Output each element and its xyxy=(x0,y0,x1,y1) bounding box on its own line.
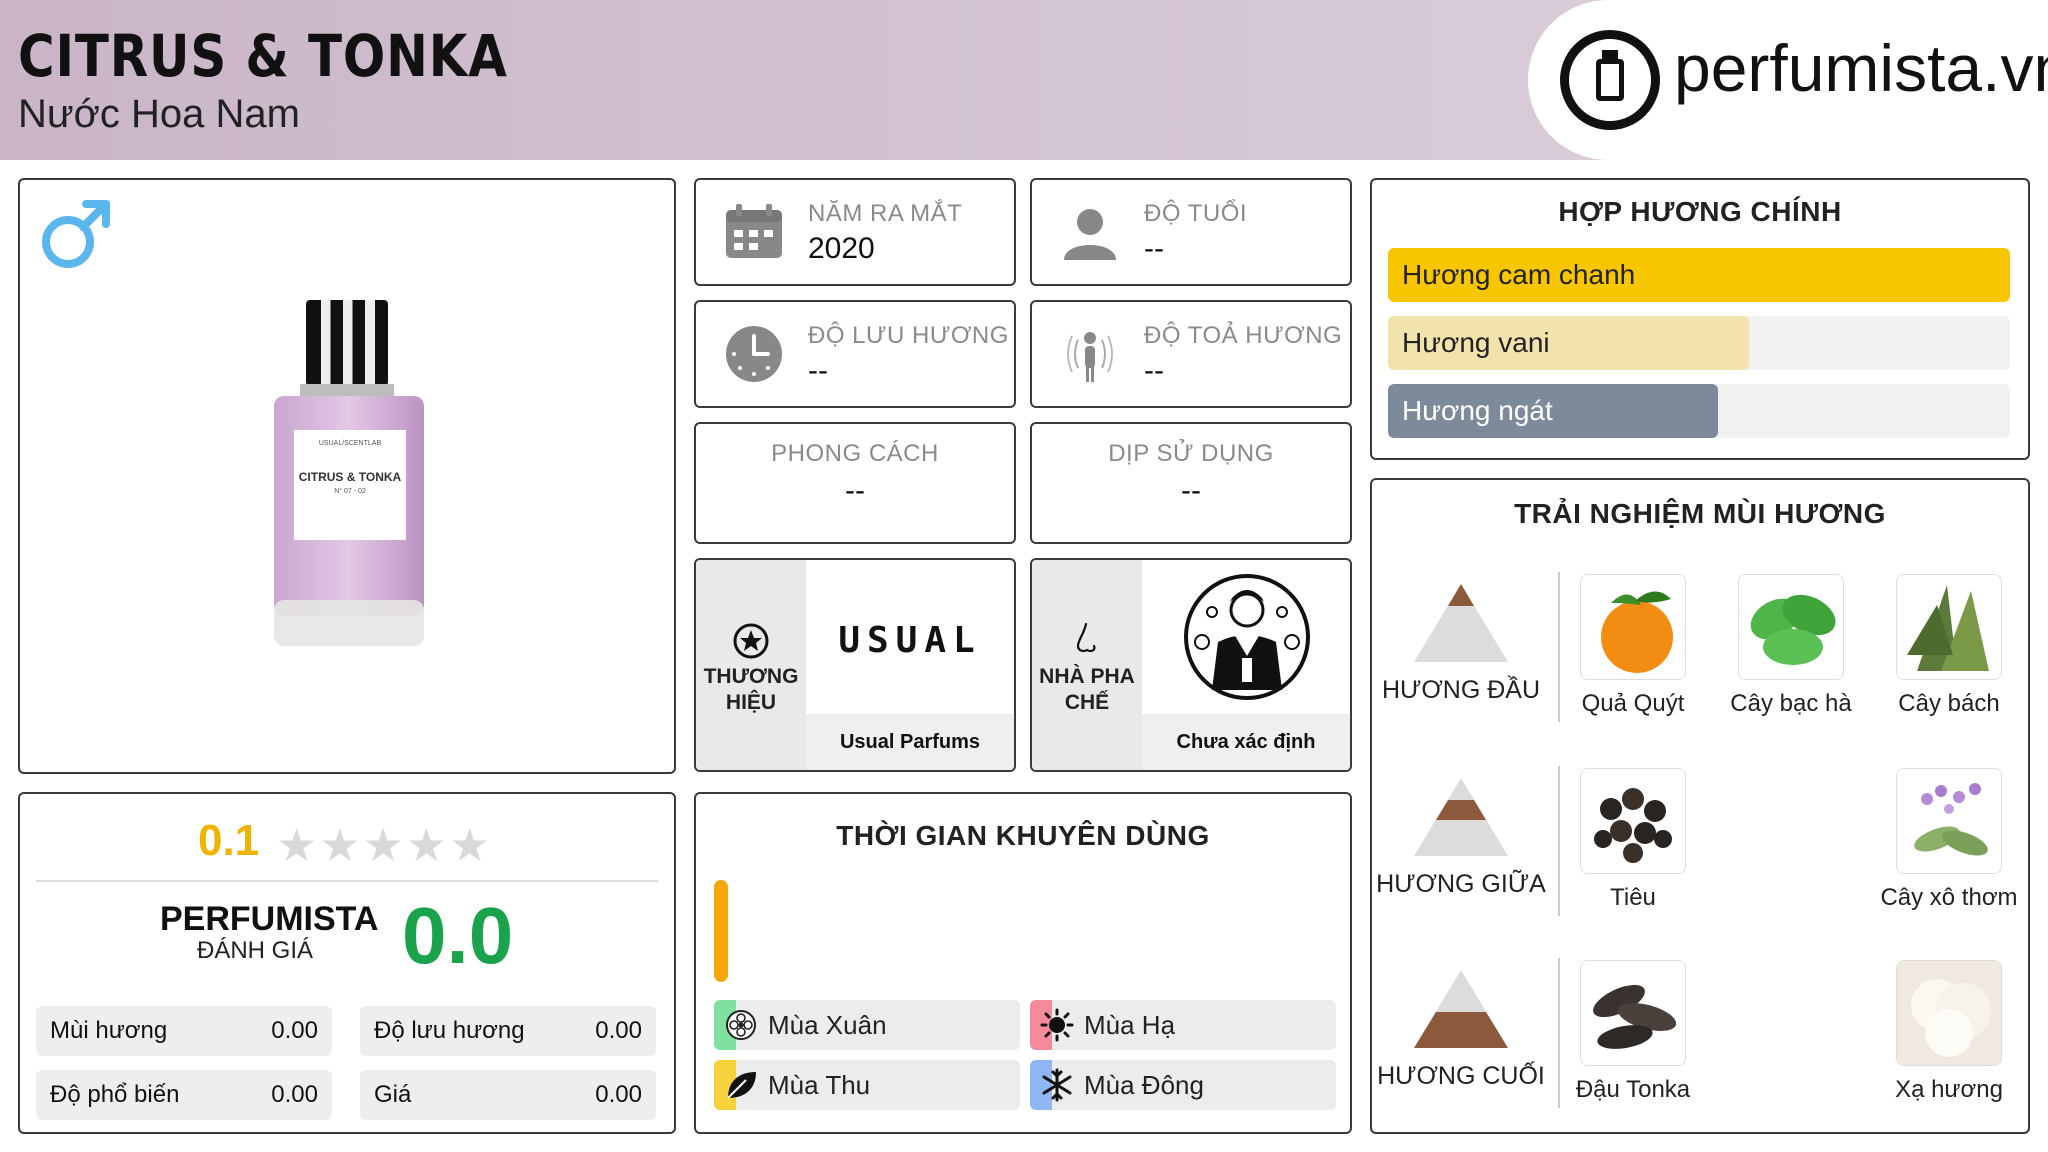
note-name: Cây bách xyxy=(1898,690,2000,717)
note-name: Đậu Tonka xyxy=(1575,1076,1691,1103)
seasons-title: THỜI GIAN KHUYÊN DÙNG xyxy=(836,820,1210,851)
note-name: Tiêu xyxy=(1610,884,1656,911)
accord-bar: Hương cam chanh xyxy=(1388,248,2010,302)
logo-bottle-icon xyxy=(1560,30,1660,130)
brand-logo: USUAL xyxy=(838,620,982,661)
perfumista-rating-label: PERFUMISTA ĐÁNH GIÁ xyxy=(160,900,379,964)
sun-icon xyxy=(1040,1008,1074,1042)
clock-icon xyxy=(726,326,782,382)
note-image-pepper xyxy=(1580,768,1686,874)
male-icon xyxy=(42,200,110,268)
logo-text: perfumista.vn xyxy=(1674,31,2048,105)
sillage-card: ĐỘ TOẢ HƯƠNG -- xyxy=(1030,300,1352,408)
accord-label: Hương ngát xyxy=(1402,395,1553,426)
season-winter: Mùa Đông xyxy=(1030,1060,1336,1110)
occasion-value: -- xyxy=(1181,474,1201,507)
nose-icon xyxy=(1076,622,1096,653)
metric-price: Giá 0.00 xyxy=(360,1070,656,1120)
release-year-label: NĂM RA MẮT xyxy=(808,200,963,227)
main-accords-card: HỢP HƯƠNG CHÍNH Hương cam chanh Hương van… xyxy=(1370,178,2030,460)
perfumer-card[interactable]: NHÀ PHA CHẾ Chưa xác định xyxy=(1030,558,1352,772)
user-icon xyxy=(1064,209,1116,260)
release-year-value: 2020 xyxy=(808,232,875,265)
note-image-mint xyxy=(1738,574,1844,680)
style-label: PHONG CÁCH xyxy=(771,440,939,467)
style-value: -- xyxy=(845,474,865,507)
sillage-label: ĐỘ TOẢ HƯƠNG xyxy=(1144,322,1343,349)
star-icon[interactable]: ★ xyxy=(276,819,317,871)
sillage-value: -- xyxy=(1144,354,1164,387)
sillage-person-icon xyxy=(1067,332,1113,382)
header: CITRUS & TONKA Nước Hoa Nam perfumista.v… xyxy=(0,0,2048,160)
age-card: ĐỘ TUỔI -- xyxy=(1030,178,1352,286)
brand-label: THƯƠNG HIỆU xyxy=(703,665,799,715)
accords-title: HỢP HƯƠNG CHÍNH xyxy=(1558,196,1842,227)
note-image-sage xyxy=(1896,768,2002,874)
age-value: -- xyxy=(1144,232,1164,265)
flower-icon xyxy=(726,1010,756,1040)
note-name: Cây xô thơm xyxy=(1880,884,2018,911)
metric-scent: Mùi hương 0.00 xyxy=(36,1006,332,1056)
time-indicator-bar xyxy=(714,880,728,982)
bottle-label-top: USUAL/SCENTLAB xyxy=(318,440,382,447)
product-card: USUAL/SCENTLAB CITRUS & TONKA N° 07 - 02 xyxy=(18,178,676,774)
note-image-musk xyxy=(1896,960,2002,1066)
style-card: PHONG CÁCH -- xyxy=(694,422,1016,544)
note-name: Cây bạc hà xyxy=(1730,690,1852,717)
star-icon[interactable]: ★ xyxy=(363,819,404,871)
brand-name: Usual Parfums xyxy=(806,714,1014,770)
page-subtitle: Nước Hoa Nam xyxy=(18,92,300,136)
star-rating[interactable]: ★★★★★ xyxy=(276,818,492,872)
season-autumn: Mùa Thu xyxy=(714,1060,1020,1110)
occasion-card: DỊP SỬ DỤNG -- xyxy=(1030,422,1352,544)
pyramid-top-icon xyxy=(1414,584,1508,662)
note-name: Quả Quýt xyxy=(1581,690,1685,717)
season-spring: Mùa Xuân xyxy=(714,1000,1020,1050)
accord-label: Hương cam chanh xyxy=(1402,259,1636,290)
brand-card[interactable]: THƯƠNG HIỆU USUAL Usual Parfums xyxy=(694,558,1016,772)
base-notes-label: HƯƠNG CUỐI xyxy=(1377,1062,1545,1090)
longevity-card: ĐỘ LƯU HƯƠNG -- xyxy=(694,300,1016,408)
accord-bar: Hương ngát xyxy=(1388,384,2010,438)
star-badge-icon xyxy=(733,623,769,659)
age-label: ĐỘ TUỔI xyxy=(1144,200,1248,227)
occasion-label: DỊP SỬ DỤNG xyxy=(1108,440,1274,467)
user-score: 0.1 xyxy=(198,816,260,865)
top-notes-label: HƯƠNG ĐẦU xyxy=(1381,676,1541,704)
pyramid-base-icon xyxy=(1414,970,1508,1048)
perfumer-label: NHÀ PHA CHẾ xyxy=(1039,665,1135,715)
recommended-time-card: THỜI GIAN KHUYÊN DÙNG Mùa Xuân Mùa Hạ Mù… xyxy=(694,792,1352,1134)
scent-notes-card: TRẢI NGHIỆM MÙI HƯƠNG HƯƠNG ĐẦU Quả Quýt… xyxy=(1370,478,2030,1134)
note-name: Xạ hương xyxy=(1895,1076,2003,1103)
accord-label: Hương vani xyxy=(1402,327,1550,358)
note-image-cypress xyxy=(1896,574,2002,680)
longevity-value: -- xyxy=(808,354,828,387)
rating-card: 0.1 ★★★★★ PERFUMISTA ĐÁNH GIÁ 0.0 Mùi hư… xyxy=(18,792,676,1134)
snowflake-icon xyxy=(1042,1068,1072,1102)
page-title: CITRUS & TONKA xyxy=(18,22,508,90)
season-summer: Mùa Hạ xyxy=(1030,1000,1336,1050)
metric-longevity: Độ lưu hương 0.00 xyxy=(360,1006,656,1056)
pyramid-middle-icon xyxy=(1414,778,1508,856)
star-icon[interactable]: ★ xyxy=(406,819,447,871)
star-icon[interactable]: ★ xyxy=(449,819,490,871)
middle-notes-label: HƯƠNG GIỮA xyxy=(1376,870,1546,898)
metric-popularity: Độ phổ biến 0.00 xyxy=(36,1070,332,1120)
notes-title: TRẢI NGHIỆM MÙI HƯƠNG xyxy=(1514,498,1886,529)
accord-bar: Hương vani xyxy=(1388,316,2010,370)
leaf-icon xyxy=(727,1072,756,1099)
perfumista-score: 0.0 xyxy=(402,891,514,980)
note-image-tonka xyxy=(1580,960,1686,1066)
site-logo[interactable]: perfumista.vn xyxy=(1528,0,2048,160)
release-year-card: NĂM RA MẮT 2020 xyxy=(694,178,1016,286)
note-image-mandarin xyxy=(1580,574,1686,680)
calendar-icon xyxy=(726,204,782,258)
perfumer-avatar-icon xyxy=(1184,574,1310,700)
star-icon[interactable]: ★ xyxy=(319,819,360,871)
bottle-label-name: CITRUS & TONKA xyxy=(298,470,402,484)
longevity-label: ĐỘ LƯU HƯƠNG xyxy=(808,322,1009,349)
bottle-label-number: N° 07 - 02 xyxy=(334,488,366,495)
perfumer-name: Chưa xác định xyxy=(1142,714,1350,770)
